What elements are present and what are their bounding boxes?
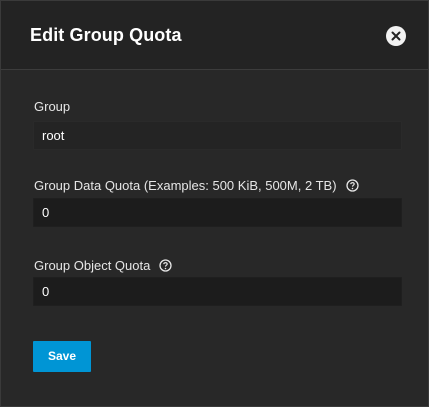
help-circle-icon[interactable] [159, 259, 172, 272]
data-quota-label-text: Group Data Quota (Examples: 500 KiB, 500… [34, 178, 337, 193]
group-label-text: Group [34, 99, 71, 114]
save-button[interactable]: Save [33, 341, 91, 372]
dialog-title: Edit Group Quota [30, 25, 182, 45]
object-quota-label: Group Object Quota [34, 258, 172, 273]
group-field: root [33, 121, 402, 150]
object-quota-input[interactable]: 0 [33, 277, 402, 306]
data-quota-label: Group Data Quota (Examples: 500 KiB, 500… [34, 178, 359, 193]
group-label: Group [34, 99, 70, 114]
close-icon [391, 31, 401, 41]
help-circle-icon[interactable] [345, 179, 359, 192]
close-button[interactable] [386, 26, 406, 46]
object-quota-label-text: Group Object Quota [34, 258, 151, 273]
dialog-header: Edit Group Quota [1, 1, 428, 70]
edit-group-quota-dialog: Edit Group Quota Group root Group Data Q… [0, 0, 429, 407]
data-quota-input[interactable]: 0 [33, 198, 402, 227]
